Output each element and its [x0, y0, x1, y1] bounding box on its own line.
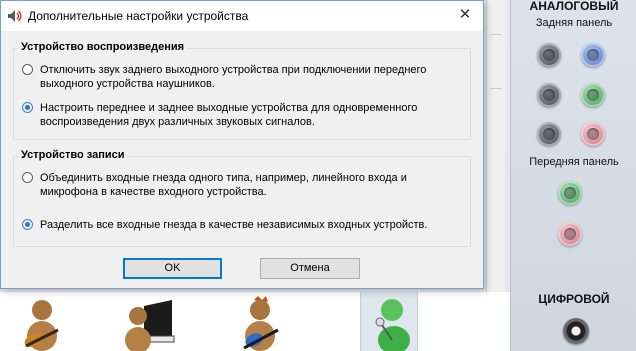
rear-jack-pink[interactable]	[581, 122, 605, 146]
close-icon: ✕	[458, 6, 472, 23]
radio-button-selected[interactable]	[22, 219, 33, 230]
analog-heading: АНАЛОГОВЫЙ	[529, 0, 619, 13]
cancel-button[interactable]: Отмена	[260, 258, 360, 279]
connector-panel: АНАЛОГОВЫЙ Задняя панель Передняя панель…	[510, 0, 636, 351]
microphone-person-icon[interactable]	[362, 296, 416, 351]
speaker-icon	[8, 10, 22, 22]
playback-group-title: Устройство воспроизведения	[18, 41, 188, 53]
close-button[interactable]: ✕	[451, 3, 479, 27]
radio-button[interactable]	[22, 172, 33, 183]
guitarist-icon[interactable]	[14, 296, 68, 351]
record-option-merge-inputs[interactable]: Объединить входные гнезда одного типа, н…	[22, 171, 464, 201]
radio-label: Объединить входные гнезда одного типа, н…	[40, 172, 407, 198]
recording-device-group: Устройство записи Объединить входные гне…	[13, 149, 471, 247]
optical-jack-icon[interactable]	[563, 318, 589, 344]
playback-option-independent[interactable]: Настроить переднее и заднее выходные уст…	[22, 101, 464, 131]
strip-divider	[490, 88, 502, 89]
front-jack-green[interactable]	[558, 181, 582, 205]
radio-button[interactable]	[22, 64, 33, 75]
recording-group-title: Устройство записи	[18, 149, 128, 161]
dialog-titlebar[interactable]: Дополнительные настройки устройства ✕	[1, 1, 483, 31]
pianist-icon[interactable]	[122, 296, 176, 351]
rear-jack-gray[interactable]	[537, 43, 561, 67]
playback-option-mute-rear[interactable]: Отключить звук заднего выходного устройс…	[22, 63, 464, 93]
rear-panel-label: Задняя панель	[535, 17, 613, 29]
rear-jack-gray[interactable]	[537, 83, 561, 107]
radio-label: Разделить все входные гнезда в качестве …	[40, 219, 428, 231]
radio-label: Настроить переднее и заднее выходные уст…	[40, 102, 418, 128]
radio-label: Отключить звук заднего выходного устройс…	[40, 64, 427, 90]
rear-jack-blue[interactable]	[581, 43, 605, 67]
playback-device-group: Устройство воспроизведения Отключить зву…	[13, 41, 471, 140]
dialog-title: Дополнительные настройки устройства	[28, 9, 249, 23]
digital-heading: ЦИФРОВОЙ	[538, 292, 610, 306]
advanced-device-settings-dialog: Дополнительные настройки устройства ✕ Ус…	[0, 0, 484, 289]
rear-jack-green[interactable]	[581, 83, 605, 107]
guitarist-icon[interactable]	[232, 296, 286, 351]
front-panel-label: Передняя панель	[529, 156, 619, 168]
strip-divider	[490, 34, 502, 35]
front-jack-pink[interactable]	[558, 222, 582, 246]
rear-jack-gray[interactable]	[537, 122, 561, 146]
ok-button[interactable]: OK	[123, 258, 222, 279]
record-option-separate-inputs[interactable]: Разделить все входные гнезда в качестве …	[22, 218, 464, 234]
radio-button-selected[interactable]	[22, 102, 33, 113]
